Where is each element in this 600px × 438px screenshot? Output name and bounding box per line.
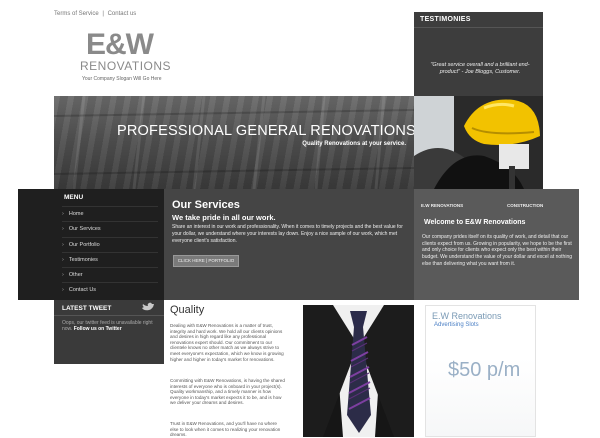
- suit-and-tie-icon: [303, 305, 414, 437]
- company-slogan: Your Company Slogan Will Go Here: [82, 76, 162, 82]
- hard-hat-photo: [414, 96, 543, 189]
- menu-item-contact-us[interactable]: › Contact Us: [62, 282, 158, 297]
- welcome-heading: Welcome to E&W Renovations: [424, 219, 526, 226]
- menu-bullet-icon: ›: [62, 287, 64, 294]
- twitter-bird-icon[interactable]: [141, 302, 155, 312]
- testimonial-quote: "Great service overall and a brilliant e…: [430, 62, 530, 75]
- menu-item-label: Other: [68, 272, 83, 279]
- hard-hat-icon: [414, 96, 543, 189]
- latest-tweet-panel: LATEST TWEET Oops, our twitter feed is u…: [54, 300, 164, 364]
- menu-item-home[interactable]: › Home: [62, 206, 158, 221]
- contact-us-link[interactable]: Contact us: [108, 11, 137, 17]
- advertising-slot[interactable]: E.W Renovations Advertising Slots $50 p/…: [425, 305, 536, 437]
- services-heading: Our Services: [172, 199, 240, 211]
- logo-mark: E&W: [86, 28, 154, 61]
- menu-item-label: Our Services: [68, 226, 101, 233]
- divider: [54, 315, 164, 316]
- menu-bullet-icon: ›: [62, 226, 64, 233]
- logo-name: RENOVATIONS: [80, 59, 172, 73]
- services-text: Share an interest in our work and profes…: [172, 224, 403, 244]
- quality-paragraph: Trust in E&W Renovations, and you'll hav…: [170, 421, 281, 438]
- hero-banner: PROFESSIONAL GENERAL RENOVATIONS Quality…: [54, 96, 414, 189]
- tweet-text: Oops, our twitter feed is unavailable ri…: [62, 320, 158, 332]
- services-subheading: We take pride in all our work.: [172, 213, 276, 222]
- quality-heading: Quality: [170, 304, 205, 316]
- menu-bullet-icon: ›: [62, 241, 64, 248]
- testimonies-panel: TESTIMONIES "Great service overall and a…: [414, 12, 543, 96]
- divider: [414, 27, 543, 28]
- tab-ew-renovations[interactable]: E.W RENOVATIONS: [421, 203, 463, 208]
- ad-price: $50 p/m: [448, 359, 521, 381]
- welcome-text: Our company prides itself on its quality…: [422, 234, 573, 267]
- terms-of-service-link[interactable]: Terms of Service: [54, 11, 99, 17]
- menu-item-label: Contact Us: [68, 287, 97, 294]
- banner-subtitle: Quality Renovations at your service.: [302, 141, 406, 147]
- portfolio-button[interactable]: CLICK HERE | PORTFOLIO: [173, 255, 239, 267]
- menu-item-label: Home: [68, 211, 84, 217]
- link-separator: |: [102, 11, 104, 17]
- menu-bullet-icon: ›: [62, 272, 64, 279]
- main-menu: MENU › Home › Our Services › Our Portfolio …: [18, 189, 164, 300]
- menu-item-testimonies[interactable]: › Testimonies: [62, 251, 158, 267]
- top-links: Terms of Service | Contact us: [54, 11, 136, 17]
- ad-heading: E.W Renovations: [432, 311, 502, 321]
- businessman-suit-photo: [303, 305, 414, 437]
- ad-subheading: Advertising Slots: [434, 322, 479, 328]
- testimonies-heading: TESTIMONIES: [420, 16, 471, 23]
- menu-item-our-services[interactable]: › Our Services: [62, 221, 158, 236]
- menu-item-our-portfolio[interactable]: › Our Portfolio: [62, 236, 158, 252]
- quality-paragraph: Dealing with E&W Renovations is a matter…: [170, 323, 284, 362]
- menu-item-label: Our Portfolio: [68, 241, 100, 248]
- quality-section: Quality Dealing with E&W Renovations is …: [170, 304, 290, 437]
- menu-list: › Home › Our Services › Our Portfolio › Test…: [62, 206, 158, 298]
- menu-item-label: Testimonies: [68, 256, 98, 263]
- follow-twitter-link[interactable]: Follow us on Twitter: [74, 326, 122, 332]
- services-panel: Our Services We take pride in all our wo…: [164, 189, 414, 300]
- menu-item-other[interactable]: › Other: [62, 267, 158, 282]
- banner-title: PROFESSIONAL GENERAL RENOVATIONS: [117, 123, 414, 139]
- site-logo[interactable]: E&W RENOVATIONS Your Company Slogan Will…: [80, 28, 172, 85]
- latest-tweet-heading: LATEST TWEET: [62, 305, 112, 312]
- welcome-panel: E.W RENOVATIONS CONSTRUCTION Welcome to …: [414, 189, 579, 300]
- tab-construction[interactable]: CONSTRUCTION: [507, 203, 543, 208]
- menu-heading: MENU: [64, 194, 84, 201]
- menu-bullet-icon: ›: [62, 256, 64, 263]
- quality-paragraph: Committing with E&W Renovations, is havi…: [170, 378, 285, 406]
- menu-bullet-icon: ›: [62, 211, 64, 217]
